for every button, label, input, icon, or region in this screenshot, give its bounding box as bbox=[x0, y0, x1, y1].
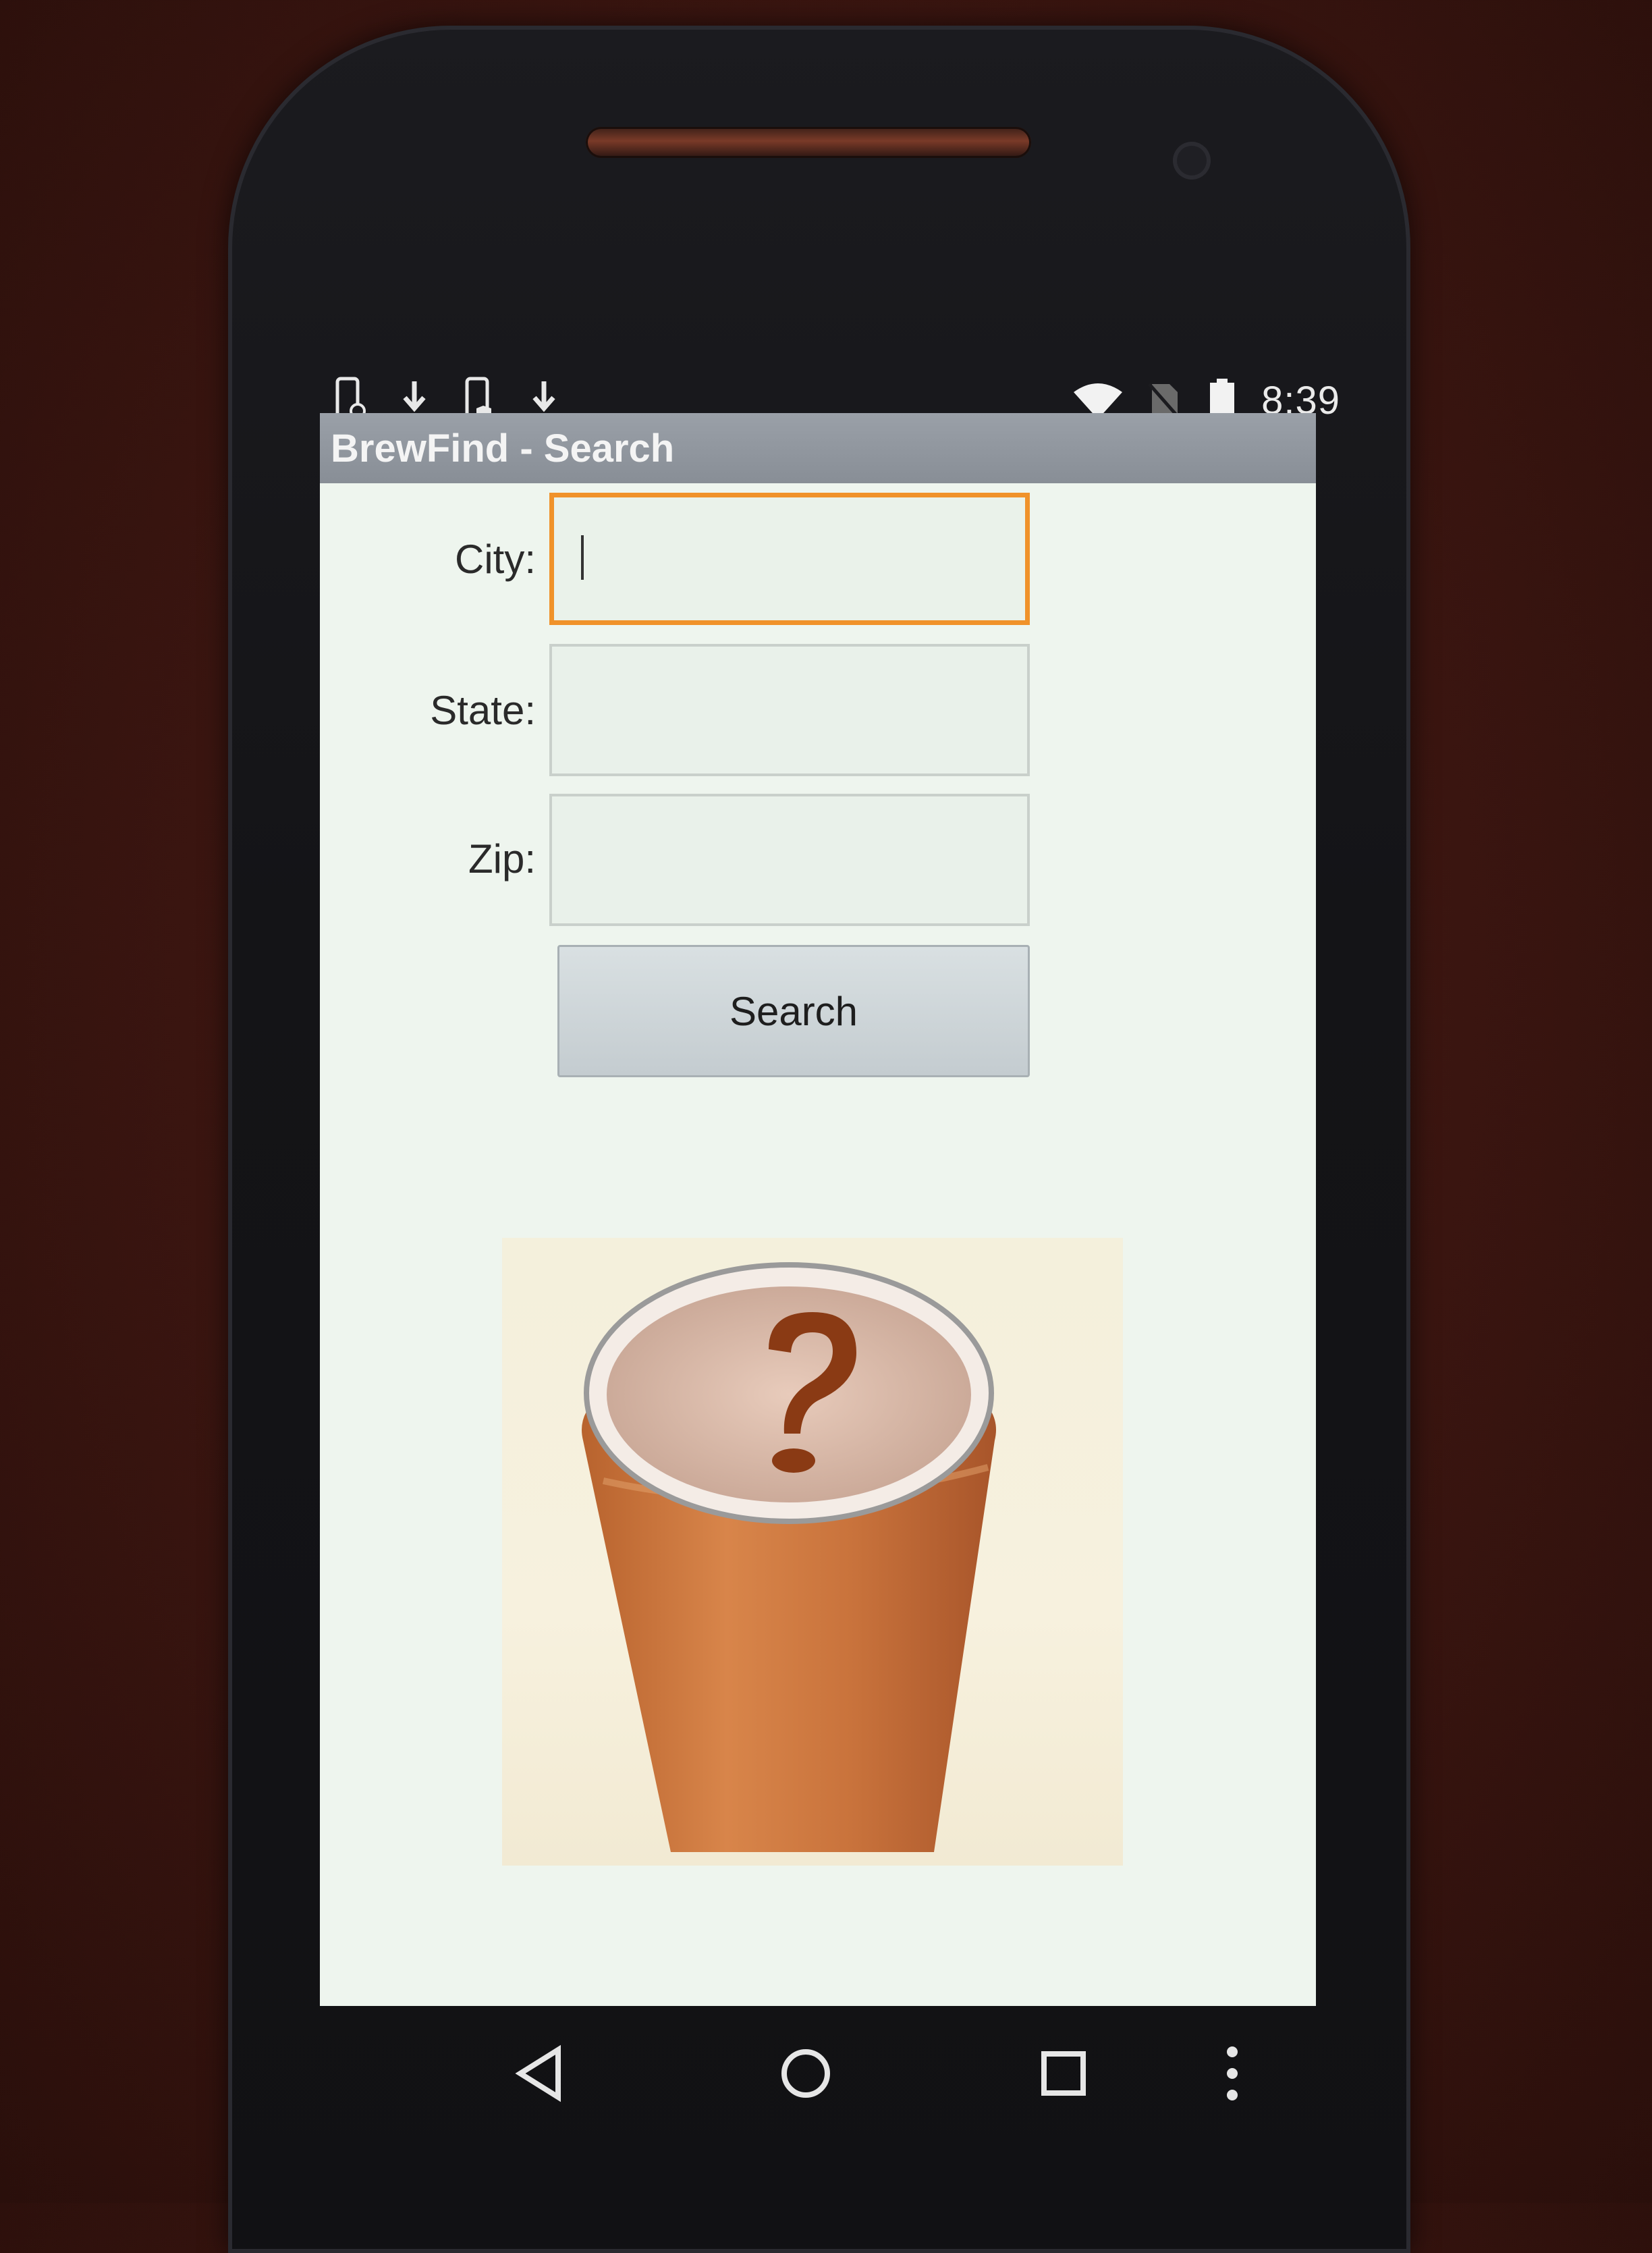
zip-label: Zip: bbox=[468, 836, 536, 881]
city-field[interactable] bbox=[549, 493, 1030, 625]
back-icon[interactable] bbox=[501, 2033, 582, 2114]
city-input[interactable] bbox=[554, 497, 1025, 620]
state-input[interactable] bbox=[552, 647, 1027, 773]
zip-input[interactable] bbox=[552, 796, 1027, 923]
state-label: State: bbox=[430, 688, 536, 733]
front-camera bbox=[1173, 142, 1211, 180]
search-button[interactable]: Search bbox=[557, 945, 1030, 1077]
zip-field[interactable] bbox=[549, 794, 1030, 926]
recents-icon[interactable] bbox=[1023, 2033, 1104, 2114]
app-title: BrewFind - Search bbox=[331, 426, 675, 470]
text-cursor bbox=[581, 535, 584, 580]
home-icon[interactable] bbox=[765, 2033, 846, 2114]
menu-icon[interactable] bbox=[1192, 2033, 1273, 2114]
beer-question-mark-image bbox=[502, 1238, 1123, 1866]
earpiece-speaker bbox=[586, 127, 1031, 158]
state-field[interactable] bbox=[549, 644, 1030, 776]
app-screen: BrewFind - Search City: State: Zip: Sear… bbox=[320, 413, 1316, 2006]
search-button-label: Search bbox=[729, 988, 858, 1034]
app-title-bar: BrewFind - Search bbox=[320, 413, 1316, 483]
city-label: City: bbox=[455, 537, 536, 582]
navigation-bar bbox=[320, 2006, 1316, 2141]
